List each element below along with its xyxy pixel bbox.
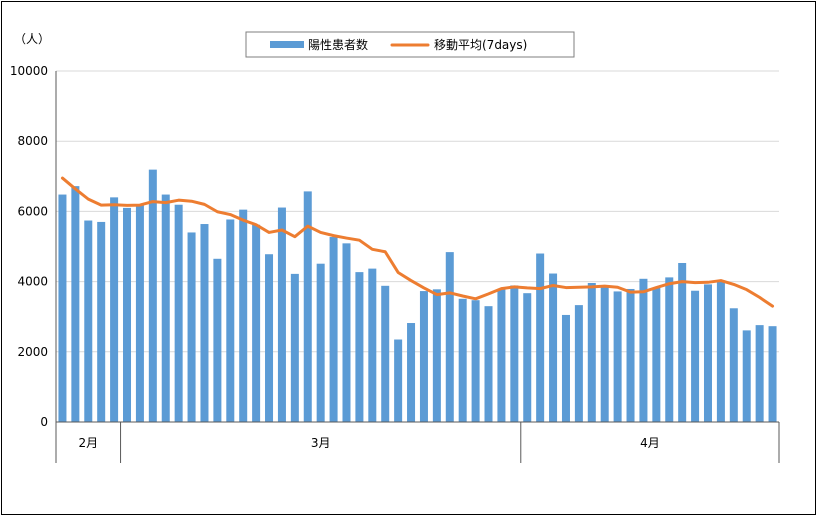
bar: [626, 288, 635, 422]
bar: [394, 339, 403, 422]
x-month-label: 4月: [640, 436, 660, 450]
bar: [600, 287, 609, 422]
bar: [97, 221, 106, 422]
y-tick-label: 10000: [10, 64, 48, 78]
legend-label-line: 移動平均(7days): [434, 38, 527, 52]
bar: [755, 325, 764, 422]
bar: [200, 224, 209, 422]
bar: [342, 243, 351, 422]
bar: [290, 273, 299, 422]
bar: [703, 284, 712, 422]
bar: [381, 285, 390, 422]
y-tick-label: 0: [40, 415, 48, 429]
y-tick-label: 6000: [17, 204, 48, 218]
bar-series: [58, 169, 777, 422]
bar: [84, 220, 93, 422]
bar: [587, 283, 596, 422]
bar: [161, 194, 170, 422]
bar: [742, 330, 751, 422]
y-tick-label: 4000: [17, 275, 48, 289]
chart-svg: 0 2000 4000 6000 8000 10000 （人） 2月 3月 4月 陽性患者数 …: [10, 31, 780, 463]
bar: [213, 258, 222, 422]
bar: [407, 323, 416, 422]
y-axis-ticks: 0 2000 4000 6000 8000 10000: [10, 64, 48, 429]
bar: [497, 288, 506, 422]
bar: [652, 287, 661, 422]
bar: [123, 207, 132, 422]
bar: [523, 293, 532, 422]
bar: [484, 306, 493, 422]
bar: [368, 268, 377, 422]
legend: 陽性患者数 移動平均(7days): [245, 31, 575, 58]
bar: [58, 194, 67, 422]
y-tick-label: 8000: [17, 134, 48, 148]
bar: [226, 219, 235, 422]
bar: [536, 253, 545, 422]
legend-label-bar: 陽性患者数: [308, 37, 368, 52]
bar: [265, 254, 274, 422]
bar: [148, 169, 157, 422]
bar: [174, 204, 183, 422]
x-month-label: 3月: [311, 436, 331, 450]
bar: [665, 277, 674, 422]
bar: [691, 290, 700, 422]
bar: [561, 314, 570, 422]
bar: [135, 205, 144, 422]
bar: [510, 285, 519, 422]
bar: [678, 262, 687, 422]
bar: [277, 207, 286, 422]
x-month-label: 2月: [78, 436, 98, 450]
bar: [110, 197, 119, 422]
bar: [639, 278, 648, 422]
x-axis-month-groups: 2月 3月 4月: [78, 422, 660, 463]
bar: [71, 186, 80, 422]
legend-swatch-bar: [270, 41, 304, 48]
bar: [458, 298, 467, 422]
bar: [252, 224, 261, 422]
bar: [329, 237, 338, 422]
y-axis-label: （人）: [14, 32, 50, 46]
bar: [729, 308, 738, 422]
bar: [768, 326, 777, 422]
bar: [471, 300, 480, 422]
bar: [316, 263, 325, 422]
bar: [355, 272, 364, 422]
bar: [613, 291, 622, 422]
bar: [432, 289, 441, 422]
bar: [716, 281, 725, 422]
bar: [445, 252, 454, 422]
bar: [239, 209, 248, 422]
bar: [419, 291, 428, 422]
bar: [574, 305, 583, 422]
bar: [549, 273, 558, 422]
y-tick-label: 2000: [17, 345, 48, 359]
bar: [187, 232, 196, 422]
